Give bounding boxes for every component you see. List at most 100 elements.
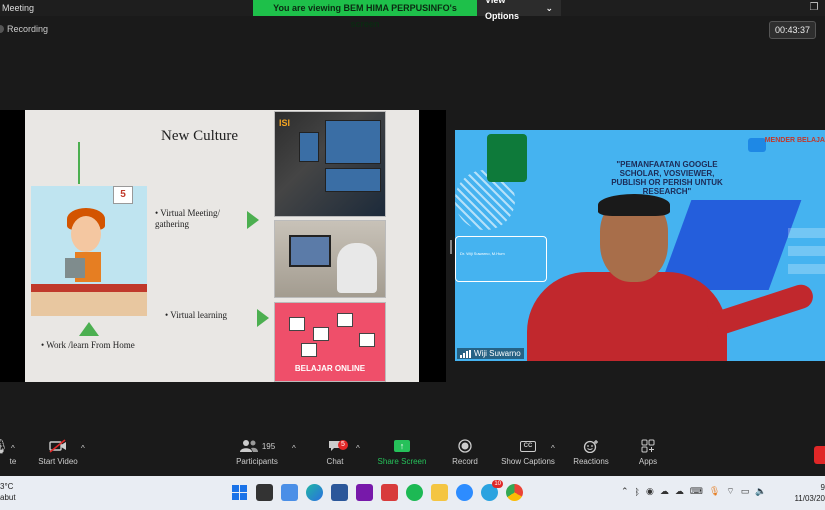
keyboard-icon[interactable]: ⌨ — [690, 486, 703, 497]
chevron-down-icon: ⌄ — [545, 3, 553, 13]
participants-options-chevron-icon[interactable]: ^ — [292, 444, 296, 453]
speaker-hair — [598, 194, 670, 216]
social-handle — [788, 264, 825, 274]
video-wall-screen — [299, 132, 319, 162]
chat-unread-badge: 5 — [338, 440, 348, 450]
participant-video-tile[interactable]: "PEMANFAATAN GOOGLE SCHOLAR, VOSVIEWER, … — [455, 130, 825, 361]
illustration-floor — [31, 292, 147, 316]
weather-widget[interactable]: 3°C abut — [0, 481, 16, 503]
weather-description: abut — [0, 493, 16, 502]
word-icon[interactable] — [331, 484, 348, 501]
view-options-label: View Options — [485, 0, 519, 21]
weather-temperature: 3°C — [0, 482, 14, 491]
presentation-slide: New Culture 5 • Virtual Meeting/ gatheri… — [25, 110, 419, 382]
telegram-icon[interactable]: 10 — [481, 480, 503, 501]
work-from-home-illustration: 5 — [31, 186, 147, 316]
volume-icon[interactable]: 🔈 — [755, 486, 766, 497]
reactions-icon — [583, 435, 599, 457]
end-meeting-button[interactable] — [814, 446, 825, 464]
window-title: Meeting — [2, 3, 35, 13]
video-off-icon — [49, 435, 67, 457]
social-handle — [788, 246, 825, 256]
participants-label: Participants — [236, 457, 278, 466]
system-clock[interactable]: 9 11/03/20 — [794, 482, 825, 504]
apps-button[interactable]: Apps — [618, 435, 678, 466]
battery-icon[interactable]: ▭ — [741, 486, 750, 497]
participants-icon: 195 — [239, 435, 275, 457]
show-captions-label: Show Captions — [501, 457, 555, 466]
speaker-shirt — [527, 272, 727, 361]
virtual-meeting-photo: ISI — [274, 111, 386, 217]
taskbar-apps: 10 — [231, 480, 523, 501]
viewing-notice: You are viewing BEM HIMA PERPUSINFO's sc… — [253, 0, 477, 29]
student-card — [337, 313, 353, 327]
task-view-icon[interactable] — [256, 484, 273, 501]
student-card — [301, 343, 317, 357]
bullet-virtual-learning: • Virtual learning — [165, 310, 227, 320]
video-options-chevron-icon[interactable]: ^ — [81, 444, 85, 453]
chat-label: Chat — [326, 457, 344, 466]
record-button[interactable]: Record — [435, 435, 495, 466]
participant-name-tag: Wiji Suwarno — [457, 348, 524, 359]
record-icon — [458, 435, 472, 457]
webinar-side-title: MENDER BELAJA — [764, 137, 825, 144]
arrow-up-icon — [79, 322, 99, 336]
cloud-icon[interactable]: ☁ — [675, 486, 684, 497]
student-card — [313, 327, 329, 341]
clock-date: 11/03/20 — [794, 494, 825, 503]
meeting-controls: 🎙 te ^ Start Video ^ 195 Participants ^ … — [0, 435, 825, 475]
viewing-banner: You are viewing BEM HIMA PERPUSINFO's sc… — [253, 0, 561, 29]
meeting-timer: 00:43:37 — [768, 21, 816, 39]
bluetooth-icon[interactable]: ᛒ — [635, 487, 640, 497]
windows-start-icon[interactable] — [231, 484, 248, 501]
mute-button[interactable]: 🎙 te — [0, 435, 30, 467]
share-screen-icon-wrap: ↑ — [394, 435, 410, 457]
chrome-icon[interactable] — [506, 484, 523, 501]
start-video-label: Start Video — [38, 457, 78, 466]
webinar-headline: "PEMANFAATAN GOOGLE SCHOLAR, VOSVIEWER, … — [611, 160, 723, 196]
speaker-arm — [703, 281, 817, 339]
spotify-icon[interactable] — [406, 484, 423, 501]
microphone-icon[interactable]: 🎙 — [709, 486, 720, 497]
reactions-label: Reactions — [573, 457, 609, 466]
view-splitter-handle[interactable] — [450, 240, 452, 254]
share-screen-icon: ↑ — [394, 440, 410, 452]
slide-title: New Culture — [161, 128, 239, 144]
recording-icon — [0, 25, 4, 33]
chevron-up-icon[interactable]: ⌃ — [621, 486, 629, 497]
start-video-button[interactable]: Start Video — [28, 435, 88, 466]
online-learning-photo: BELAJAR ONLINE — [274, 302, 386, 382]
onenote-icon[interactable] — [356, 484, 373, 501]
file-explorer-icon[interactable] — [431, 484, 448, 501]
system-tray: ⌃ ᛒ ◉ ☁ ☁ ⌨ 🎙 ⌔ ▭ 🔈 — [621, 486, 766, 497]
restore-icon[interactable]: ❐ — [807, 1, 821, 15]
student-card — [289, 317, 305, 331]
speaker-video — [515, 194, 817, 361]
notepad-icon[interactable] — [281, 484, 298, 501]
apps-label: Apps — [638, 457, 658, 466]
zoom-window: Meeting ❐ You are viewing BEM HIMA PERPU… — [0, 0, 825, 510]
wifi-icon[interactable]: ⌔ — [726, 486, 734, 497]
share-screen-label: Share Screen — [377, 457, 427, 466]
captions-icon: CC — [520, 440, 536, 452]
audio-options-chevron-icon[interactable]: ^ — [11, 444, 15, 453]
bullet-work-from-home: • Work /learn From Home — [41, 340, 135, 350]
participants-button[interactable]: 195 Participants — [227, 435, 287, 466]
windows-taskbar: 3°C abut 10 ⌃ ᛒ ◉ ☁ ☁ ⌨ 🎙 ⌔ ▭ 🔈 9 11/03/… — [0, 476, 825, 510]
zoom-icon[interactable] — [456, 484, 473, 501]
chrome-tray-icon[interactable]: ◉ — [646, 486, 654, 497]
university-logo — [487, 134, 527, 182]
edge-icon[interactable] — [306, 484, 323, 501]
telegram-badge: 10 — [492, 480, 503, 488]
view-options-button[interactable]: View Options ⌄ — [477, 0, 561, 21]
reactions-button[interactable]: Reactions — [561, 435, 621, 466]
share-screen-button[interactable]: ↑ Share Screen — [372, 435, 432, 466]
show-captions-button[interactable]: CC Show Captions — [498, 435, 558, 466]
event-logo — [748, 138, 766, 152]
cloud-icon[interactable]: ☁ — [660, 486, 669, 497]
captions-icon-wrap: CC — [520, 435, 536, 457]
captions-options-chevron-icon[interactable]: ^ — [551, 444, 555, 453]
chat-options-chevron-icon[interactable]: ^ — [356, 444, 360, 453]
app-red-icon[interactable] — [381, 484, 398, 501]
participants-count: 195 — [261, 441, 276, 451]
